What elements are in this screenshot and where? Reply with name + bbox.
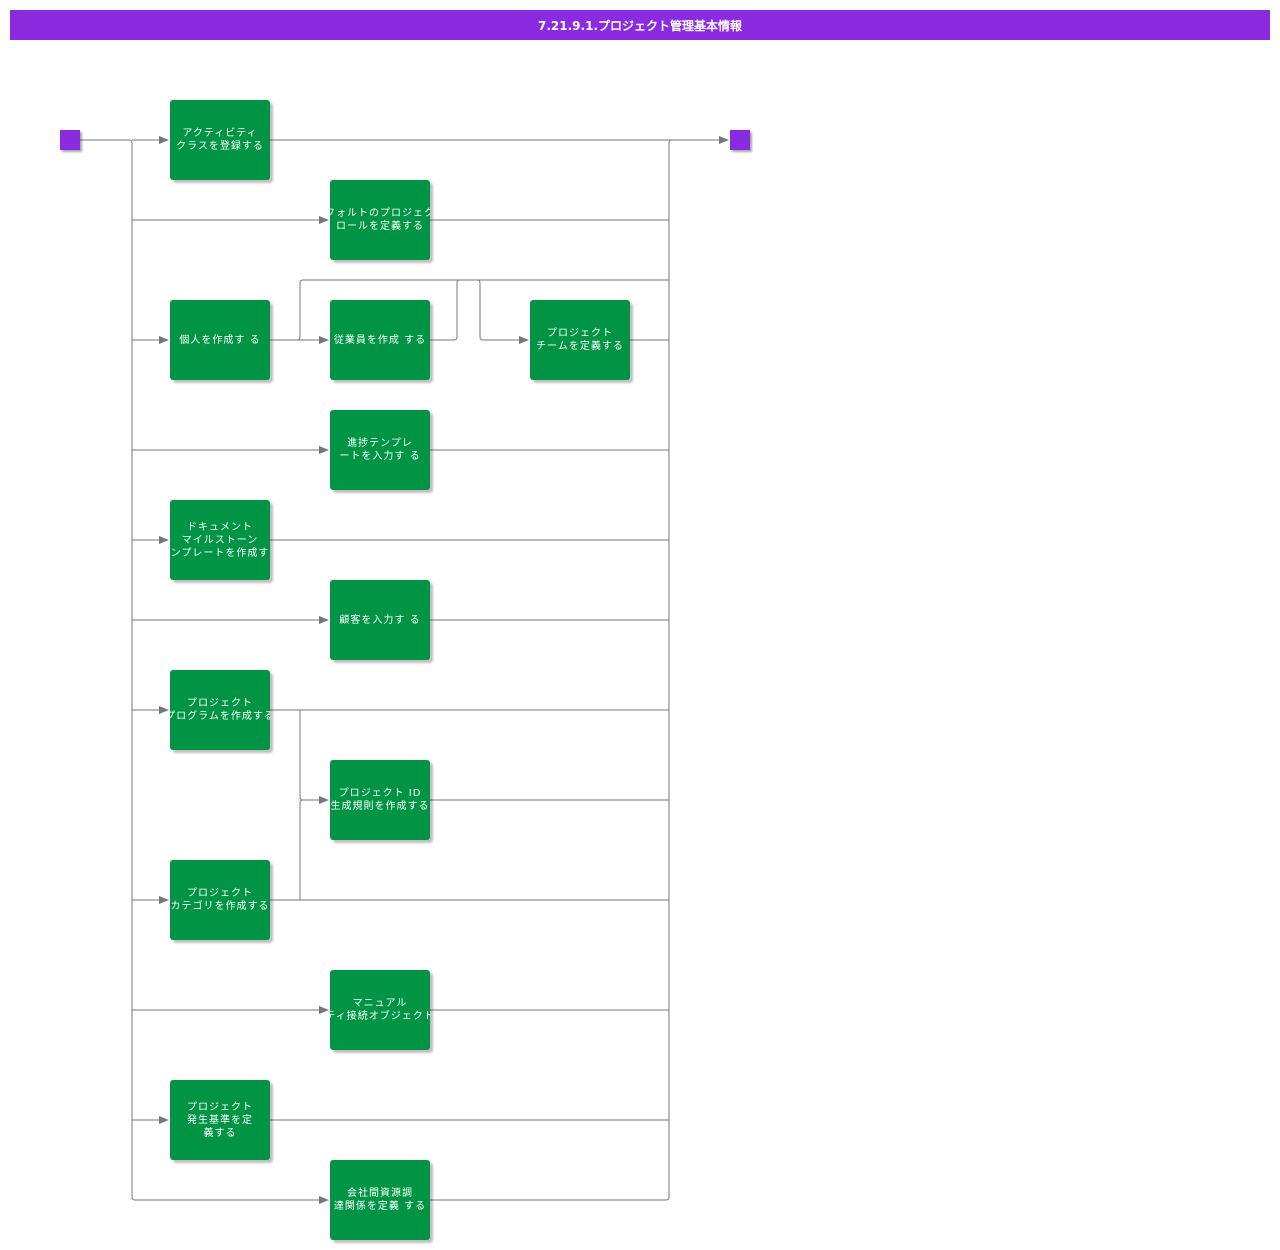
task-define-intercompany-sourcing[interactable]: 会社間資源調 達関係を定義 する bbox=[330, 1160, 430, 1240]
task-enter-customer[interactable]: 顧客を入力す る bbox=[330, 580, 430, 660]
right-bus-line bbox=[665, 143, 670, 1201]
task-create-milestone-template[interactable]: ドキュメント マイルストーン ンプレートを作成す bbox=[170, 500, 270, 580]
task-create-project-id-rule[interactable]: プロジェクト ID 生成規則を作成する bbox=[330, 760, 430, 840]
edge-t4-to-t5 bbox=[430, 279, 529, 344]
edge-start-bus bbox=[80, 139, 133, 144]
left-bus-line bbox=[131, 143, 136, 1201]
task-define-default-project-role[interactable]: フォルトのプロジェク ロールを定義する bbox=[330, 180, 430, 260]
task-manual-connection-object[interactable]: マニュアル ティ接続オブジェクト bbox=[330, 970, 430, 1050]
end-node bbox=[730, 130, 750, 150]
task-register-activity-class[interactable]: アクティビティ クラスを登録する bbox=[170, 100, 270, 180]
edge-right-bus-top bbox=[668, 139, 673, 144]
task-create-project-category[interactable]: プロジェクト カテゴリを作成する bbox=[170, 860, 270, 940]
task-create-project-program[interactable]: プロジェクト プログラムを作成する bbox=[170, 670, 270, 750]
task-define-project-team[interactable]: プロジェクト チームを定義する bbox=[530, 300, 630, 380]
edge-t9-to-t10 bbox=[299, 710, 329, 804]
task-define-project-occurrence-basis[interactable]: プロジェクト 発生基準を定 義する bbox=[170, 1080, 270, 1160]
task-create-individual[interactable]: 個人を作成す る bbox=[170, 300, 270, 380]
task-enter-progress-template[interactable]: 進捗テンプレ ートを入力す る bbox=[330, 410, 430, 490]
connector-lines bbox=[80, 136, 729, 1204]
task-create-employee[interactable]: 従業員を作成 する bbox=[330, 300, 430, 380]
edge-t11-to-t10 bbox=[299, 799, 304, 900]
start-node bbox=[60, 130, 80, 150]
